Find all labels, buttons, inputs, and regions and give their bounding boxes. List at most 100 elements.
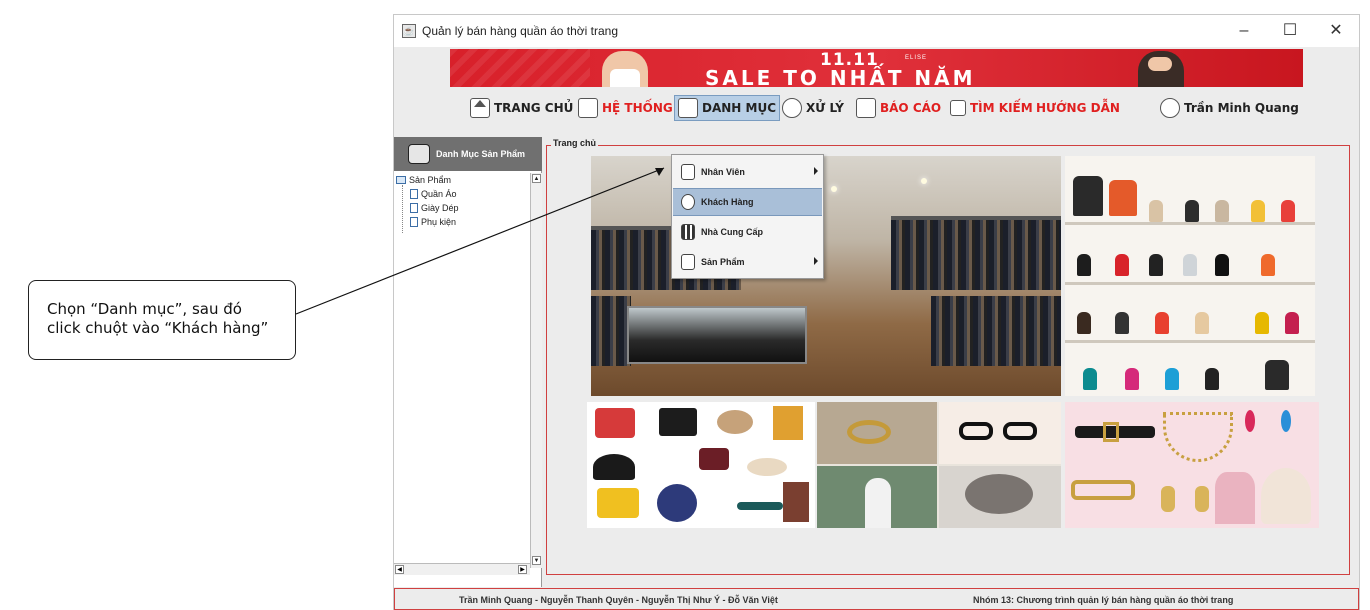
menu-bao-cao-label: BÁO CÁO: [880, 101, 942, 115]
search-icon: [950, 100, 966, 116]
menu-danh-muc-label: DANH MỤC: [702, 101, 777, 115]
belt-buckle: [1103, 422, 1119, 442]
bag: [699, 448, 729, 470]
scarf: [773, 406, 803, 440]
shoe: [1281, 200, 1295, 222]
monitor-icon: [578, 98, 598, 118]
shoe: [1195, 312, 1209, 334]
menu-bao-cao[interactable]: BÁO CÁO: [856, 95, 941, 121]
user-menu[interactable]: Trần Minh Quang: [1160, 95, 1299, 121]
user-icon: [1160, 98, 1180, 118]
menu-danh-muc[interactable]: DANH MỤC: [674, 95, 781, 121]
handbag: [1073, 176, 1103, 216]
menu-huong-dan[interactable]: HƯỚNG DẪN: [1036, 95, 1120, 121]
home-icon: [470, 98, 490, 118]
shoe: [1149, 254, 1163, 276]
status-footer: Trần Minh Quang - Nguyễn Thanh Quyên - N…: [394, 588, 1359, 610]
shoe-shelf-image: [1065, 156, 1315, 396]
shoe: [1149, 200, 1163, 222]
tree-horizontal-scrollbar[interactable]: ◀ ▶: [394, 563, 530, 575]
sale-banner: 11.11 ELISE SALE TO NHẤT NĂM: [450, 49, 1303, 87]
tree-node-phu-kien[interactable]: Phụ kiện: [410, 215, 456, 229]
shoe: [1251, 200, 1265, 222]
banner-brand: ELISE: [905, 55, 928, 61]
tree-node-label: Sản Phẩm: [409, 175, 452, 185]
menu-tim-kiem-label: TÌM KIẾM: [970, 101, 1033, 115]
ceiling-light: [831, 186, 837, 192]
minimize-icon[interactable]: –: [1224, 19, 1264, 43]
shelf: [1065, 340, 1315, 343]
dropdown-item-label: Nhà Cung Cấp: [701, 227, 763, 237]
category-header-label: Danh Mục Sản Phẩm: [436, 149, 526, 159]
tree-node-giay-dep[interactable]: Giày Dép: [410, 201, 459, 215]
menu-tim-kiem[interactable]: TÌM KIẾM: [950, 95, 1033, 121]
dropdown-item-label: Nhân Viên: [701, 167, 745, 177]
shoe: [1261, 254, 1275, 276]
dropdown-item-label: Khách Hàng: [701, 197, 754, 207]
user-name: Trần Minh Quang: [1184, 101, 1299, 115]
shoe: [1165, 368, 1179, 390]
shoe: [1083, 368, 1097, 390]
hanging-clothes: [931, 296, 1061, 366]
menu-xu-ly[interactable]: XỬ LÝ: [782, 95, 844, 121]
shoe: [1215, 254, 1229, 276]
shelf: [1065, 282, 1315, 285]
shoe: [1115, 312, 1129, 334]
tree-node-root[interactable]: Sản Phẩm: [396, 173, 451, 187]
dropdown-item-san-pham[interactable]: Sản Phẩm: [673, 248, 822, 276]
hanging-clothes: [591, 296, 631, 366]
scroll-right-icon[interactable]: ▶: [518, 565, 527, 574]
scarf: [1215, 472, 1255, 524]
shoe: [1077, 312, 1091, 334]
hanging-clothes: [891, 220, 1061, 290]
product-tree: Sản Phẩm Quần Áo Giày Dép Phụ kiện: [394, 173, 530, 563]
scroll-up-icon[interactable]: ▲: [532, 174, 541, 183]
menu-xu-ly-label: XỬ LÝ: [806, 101, 844, 115]
shoe: [1185, 200, 1199, 222]
submenu-arrow-icon: [814, 167, 818, 175]
scroll-down-icon[interactable]: ▼: [532, 556, 541, 565]
category-header[interactable]: Danh Mục Sản Phẩm: [394, 137, 542, 171]
folder-icon: [396, 176, 406, 184]
document-icon: [410, 189, 418, 199]
shoe: [1205, 368, 1219, 390]
screenshot-page: Chọn “Danh mục”, sau đó click chuột vào …: [0, 0, 1370, 610]
glasses: [959, 422, 993, 440]
shoe: [1077, 254, 1091, 276]
scarf: [783, 482, 809, 522]
close-icon[interactable]: ✕: [1316, 19, 1356, 43]
qr-icon: [681, 224, 695, 240]
menu-he-thong[interactable]: HỆ THỐNG: [578, 95, 673, 121]
scroll-left-icon[interactable]: ◀: [395, 565, 404, 574]
necklace: [1163, 412, 1233, 462]
earring: [1161, 486, 1175, 512]
model: [865, 478, 891, 528]
window-title: Quản lý bán hàng quần áo thời trang: [422, 24, 619, 38]
report-icon: [856, 98, 876, 118]
display-case: [627, 306, 807, 364]
dropdown-item-nha-cung-cap[interactable]: Nhà Cung Cấp: [673, 218, 822, 246]
dropdown-item-khach-hang[interactable]: Khách Hàng: [673, 188, 822, 216]
callout-line-2: click chuột vào “Khách hàng”: [47, 319, 269, 337]
banner-stripes: [450, 49, 590, 87]
tree-vertical-scrollbar[interactable]: ▲ ▼: [530, 173, 542, 568]
dropdown-item-nhan-vien[interactable]: Nhân Viên: [673, 158, 822, 186]
shoe: [1183, 254, 1197, 276]
shelf: [1065, 222, 1315, 225]
maximize-icon[interactable]: ☐: [1270, 19, 1310, 43]
menu-trang-chu[interactable]: TRANG CHỦ: [470, 95, 573, 121]
list-icon: [678, 98, 698, 118]
dropdown-item-label: Sản Phẩm: [701, 257, 745, 267]
home-panel: Trang chủ: [546, 138, 1350, 575]
menu-he-thong-label: HỆ THỐNG: [602, 101, 673, 115]
chain: [1071, 480, 1135, 500]
shoe: [1155, 312, 1169, 334]
shoe: [1125, 368, 1139, 390]
cart-icon: [681, 254, 695, 270]
hat: [717, 410, 753, 434]
shoe: [1285, 312, 1299, 334]
accessories-image: [587, 402, 815, 528]
main-menubar: TRANG CHỦ HỆ THỐNG DANH MỤC XỬ LÝ BÁO CÁ…: [460, 91, 1299, 124]
tree-node-quan-ao[interactable]: Quần Áo: [410, 187, 457, 201]
watch: [847, 420, 891, 444]
